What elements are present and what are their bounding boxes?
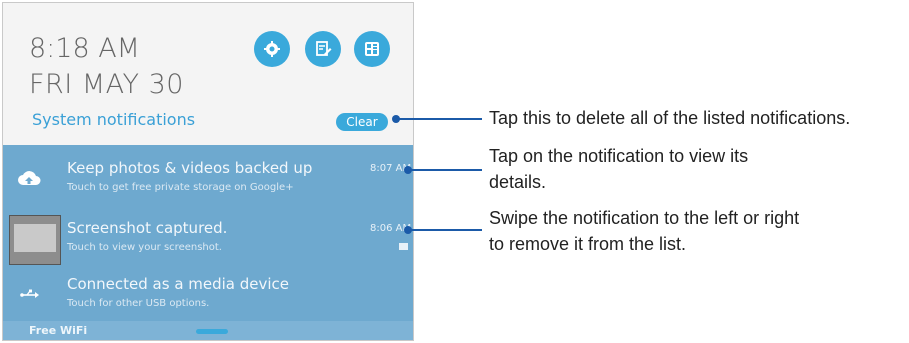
settings-button[interactable] — [254, 31, 290, 67]
drag-handle[interactable] — [196, 329, 228, 334]
usb-icon — [20, 289, 39, 298]
notification-subtitle: Touch for other USB options. — [67, 298, 210, 309]
panel-footer: Free WiFi — [3, 321, 413, 340]
cloud-upload-icon — [18, 171, 41, 185]
callout-line-swipe — [410, 229, 482, 231]
qr-icon — [365, 42, 379, 56]
callout-swipe: Swipe the notification to the left or ri… — [489, 208, 800, 254]
edit-button[interactable] — [305, 31, 341, 67]
clock-time: 8:18 AM — [29, 33, 140, 64]
gear-icon — [264, 41, 280, 57]
notification-screenshot[interactable]: Screenshot captured. Touch to view your … — [3, 209, 413, 273]
notification-usb[interactable]: Connected as a media device Touch for ot… — [3, 265, 413, 329]
clear-button[interactable]: Clear — [336, 113, 388, 131]
notification-title: Keep photos & videos backed up — [67, 159, 313, 177]
callout-line-view — [410, 169, 482, 171]
grid-button[interactable] — [354, 31, 390, 67]
callout-clear: Tap this to delete all of the listed not… — [489, 108, 851, 128]
callout-line-clear — [398, 118, 482, 120]
clock-date: FRI MAY 30 — [29, 69, 184, 100]
section-title: System notifications — [32, 110, 196, 129]
screenshot-thumbnail — [9, 215, 61, 265]
wifi-label: Free WiFi — [29, 324, 88, 337]
notification-panel: 8:18 AM FRI MAY 30 System notifications … — [2, 2, 414, 341]
callout-view: Tap on the notification to view its deta… — [489, 146, 749, 192]
notification-backup[interactable]: Keep photos & videos backed up Touch to … — [3, 149, 413, 213]
panel-header: 8:18 AM FRI MAY 30 System notifications … — [3, 3, 413, 145]
notification-title: Screenshot captured. — [67, 219, 228, 237]
image-icon — [399, 243, 408, 250]
edit-icon — [316, 41, 332, 56]
notification-subtitle: Touch to view your screenshot. — [67, 242, 222, 253]
notification-subtitle: Touch to get free private storage on Goo… — [67, 182, 294, 193]
notification-title: Connected as a media device — [67, 275, 290, 293]
